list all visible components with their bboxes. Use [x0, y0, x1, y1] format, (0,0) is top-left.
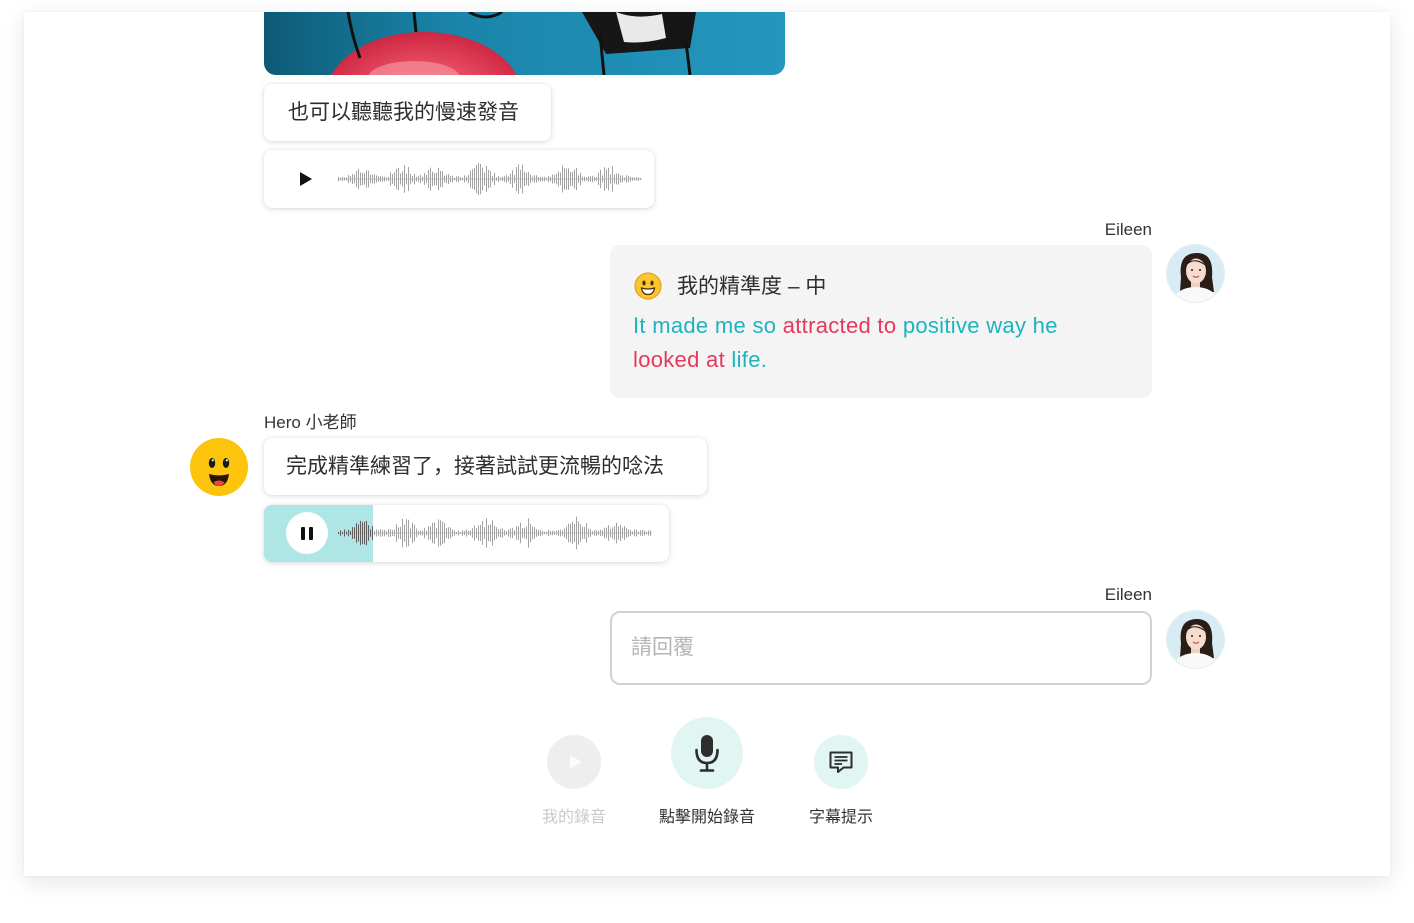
- message-photo[interactable]: [264, 12, 785, 75]
- sentence-segment: It made me so: [633, 313, 777, 338]
- waveform: [338, 162, 642, 196]
- pause-bar: [301, 526, 305, 540]
- message-text: 完成精準練習了，接著試試更流暢的唸法: [286, 455, 664, 478]
- chat-card: 也可以聽聽我的慢速發音 Eileen 我的精準度 – 中 It made me …: [24, 12, 1390, 876]
- accuracy-label: 我的精準度 – 中: [677, 275, 827, 298]
- grinning-face-icon: [634, 272, 662, 300]
- waveform-seek-bar[interactable]: [338, 513, 652, 553]
- my-recording-control: 我的錄音: [514, 712, 634, 826]
- play-icon: [299, 172, 312, 186]
- sender-name: Eileen: [1104, 585, 1152, 604]
- subtitles-button[interactable]: [814, 735, 868, 789]
- record-button[interactable]: [671, 717, 743, 789]
- play-pause-button[interactable]: [283, 158, 325, 200]
- sentence-segment: positive way he: [902, 313, 1058, 338]
- play-pause-button[interactable]: [286, 512, 328, 554]
- sentence-segment: attracted to: [782, 313, 897, 338]
- audio-player: [264, 150, 654, 208]
- waveform-seek-bar[interactable]: [338, 159, 642, 199]
- waveform: [338, 516, 652, 550]
- message-text: 也可以聽聽我的慢速發音: [288, 101, 519, 124]
- teacher-message-bubble: 完成精準練習了，接著試試更流暢的唸法: [264, 438, 707, 495]
- sender-name: Eileen: [1104, 220, 1152, 239]
- subtitles-label: 字幕提示: [808, 809, 873, 826]
- user-result-bubble: 我的精準度 – 中 It made me so attracted to pos…: [610, 245, 1152, 398]
- pause-bar: [309, 526, 313, 540]
- subtitles-icon: [829, 751, 853, 773]
- reply-input[interactable]: [610, 611, 1152, 685]
- sender-name: Hero 小老師: [264, 413, 357, 432]
- my-recording-button[interactable]: [547, 735, 601, 789]
- user-avatar: [1167, 245, 1224, 302]
- teacher-avatar-icon: [190, 438, 248, 496]
- audio-player: [264, 505, 669, 562]
- teacher-message-bubble: 也可以聽聽我的慢速發音: [264, 84, 551, 141]
- sentence-segment: looked at: [633, 347, 725, 372]
- photo-image: [264, 12, 785, 75]
- pause-icon: [301, 526, 313, 540]
- user-avatar: [1167, 611, 1224, 668]
- my-recording-label: 我的錄音: [541, 809, 606, 826]
- subtitles-control: 字幕提示: [781, 712, 901, 826]
- microphone-icon: [695, 735, 719, 772]
- scored-sentence: It made me so attracted to positive way …: [633, 309, 1093, 377]
- sentence-segment: life.: [731, 347, 768, 372]
- play-icon: [570, 755, 582, 769]
- record-control: 點擊開始錄音: [647, 712, 767, 826]
- record-label: 點擊開始錄音: [658, 809, 755, 826]
